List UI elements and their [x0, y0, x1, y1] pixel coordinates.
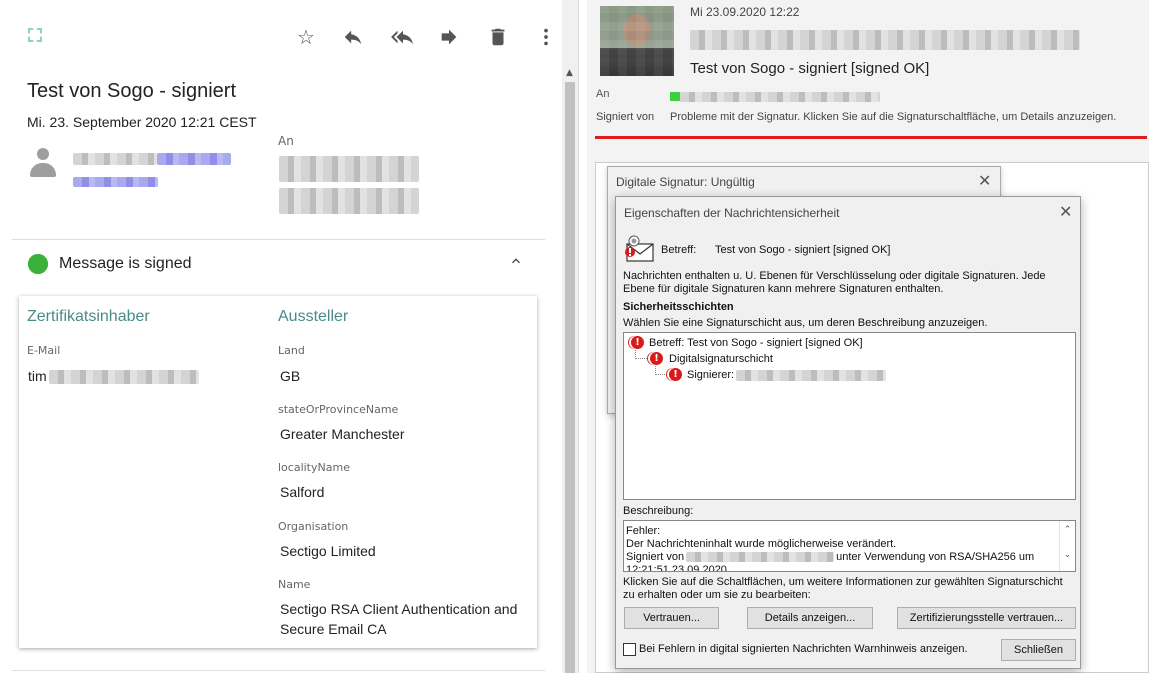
issuer-field-value: Greater Manchester — [280, 426, 405, 442]
tree-item[interactable]: Digitalsignaturschicht — [669, 353, 773, 366]
error-icon: ! — [631, 336, 644, 349]
tree-item[interactable]: Signierer: — [687, 369, 887, 382]
email-label: E-Mail — [27, 344, 61, 357]
outlook-sender-redacted — [690, 30, 1080, 50]
description-line: Signiert von unter Verwendung von RSA/SHA… — [626, 551, 1035, 563]
description-line: Der Nachrichteninhalt wurde möglicherwei… — [626, 538, 897, 550]
subject-label: Betreff: — [661, 244, 697, 256]
action-hint: Klicken Sie auf die Schaltflächen, um we… — [623, 576, 1063, 601]
outlook-subject: Test von Sogo - signiert [signed OK] — [690, 60, 930, 77]
to-label: An — [278, 134, 294, 148]
message-date: Mi. 23. September 2020 12:21 CEST — [27, 114, 257, 130]
issuer-field-label: Land — [278, 344, 305, 357]
warn-checkbox-label: Bei Fehlern in digital signierten Nachri… — [639, 643, 968, 655]
close-button[interactable]: Schließen — [1001, 639, 1076, 661]
security-layers-tree[interactable]: ! Betreff: Test von Sogo - signiert [sig… — [623, 332, 1076, 500]
scroll-thumb[interactable] — [565, 82, 575, 673]
dialog-title: Eigenschaften der Nachrichtensicherheit — [624, 206, 840, 220]
issuer-field-label: Organisation — [278, 520, 349, 533]
scroll-down-icon[interactable]: ⌄ — [1060, 549, 1075, 560]
forward-icon[interactable] — [438, 26, 460, 48]
signed-envelope-icon — [624, 235, 654, 262]
warn-checkbox[interactable] — [623, 643, 636, 656]
signature-alert-line — [595, 136, 1147, 139]
signature-ok-icon — [26, 252, 50, 276]
sender-photo — [600, 6, 674, 76]
signature-status-title: Message is signed — [59, 255, 192, 272]
recipient-redacted[interactable] — [279, 156, 419, 182]
error-icon: ! — [650, 352, 663, 365]
outlook-date: Mi 23.09.2020 12:22 — [690, 5, 800, 19]
sender-email-redacted[interactable] — [73, 171, 158, 190]
close-icon[interactable]: ✕ — [1059, 202, 1072, 221]
issuer-field-label: Name — [278, 578, 311, 591]
issuer-field-label: stateOrProvinceName — [278, 403, 399, 416]
intro-text: Nachrichten enthalten u. U. Ebenen für V… — [623, 270, 1046, 295]
reply-all-icon[interactable] — [390, 26, 414, 48]
trust-button[interactable]: Vertrauen... — [624, 607, 719, 629]
delete-icon[interactable] — [487, 26, 509, 48]
layers-hint: Wählen Sie eine Signaturschicht aus, um … — [623, 317, 988, 329]
issuer-header: Aussteller — [278, 308, 349, 325]
pane-divider — [578, 0, 586, 673]
divider — [12, 670, 545, 671]
signature-problem-text[interactable]: Probleme mit der Signatur. Klicken Sie a… — [670, 111, 1116, 123]
show-details-button[interactable]: Details anzeigen... — [747, 607, 873, 629]
trust-ca-button[interactable]: Zertifizierungsstelle vertrauen... — [897, 607, 1076, 629]
issuer-field-value: Sectigo Limited — [280, 543, 376, 559]
outlook-to-label: An — [596, 88, 610, 100]
subject-value: Test von Sogo - signiert [signed OK] — [715, 244, 891, 256]
issuer-field-value: Salford — [280, 484, 325, 500]
collapse-chevron-icon[interactable] — [508, 253, 524, 273]
tree-item[interactable]: Betreff: Test von Sogo - signiert [signe… — [649, 337, 863, 350]
star-icon[interactable]: ☆ — [295, 26, 317, 48]
outlook-pane: Mi 23.09.2020 12:22 Test von Sogo - sign… — [587, 0, 1149, 673]
outlook-recipient-redacted — [670, 88, 880, 106]
recipient-redacted-2[interactable] — [279, 188, 419, 214]
dialog-title: Digitale Signatur: Ungültig — [616, 175, 755, 189]
email-value: tim — [28, 366, 199, 386]
signed-by-label: Signiert von — [596, 111, 655, 123]
certificate-card: Zertifikatsinhaber Aussteller E-Mail tim… — [19, 296, 537, 648]
more-icon[interactable] — [535, 26, 557, 48]
issuer-field-value: Sectigo RSA Client Authentication and Se… — [280, 601, 518, 637]
layers-heading: Sicherheitsschichten — [623, 301, 734, 313]
sender-avatar-icon — [30, 148, 56, 178]
description-line: Fehler: — [626, 525, 661, 537]
description-scrollbar[interactable]: ⌃ ⌄ — [1059, 521, 1075, 571]
security-properties-dialog: Eigenschaften der Nachrichtensicherheit … — [615, 196, 1081, 669]
scroll-up-icon[interactable]: ▲ — [566, 68, 573, 78]
description-label: Beschreibung: — [623, 505, 694, 517]
description-box[interactable]: Fehler: Der Nachrichteninhalt wurde mögl… — [623, 520, 1076, 572]
divider — [12, 239, 545, 240]
issuer-field-label: localityName — [278, 461, 350, 474]
reply-icon[interactable] — [342, 26, 364, 48]
description-line: 12:21:51 23.09.2020. — [626, 564, 730, 572]
issuer-field-value: GB — [280, 368, 301, 384]
message-subject: Test von Sogo - signiert — [27, 80, 236, 102]
scroll-up-icon[interactable]: ⌃ — [1060, 524, 1075, 535]
left-scrollbar[interactable]: ▲ — [562, 0, 578, 673]
error-icon: ! — [669, 368, 682, 381]
sender-name-redacted[interactable] — [73, 148, 231, 167]
webmail-pane: ☆ Test von Sogo - signiert Mi. 23. Septe… — [0, 0, 562, 673]
close-icon[interactable]: ✕ — [978, 171, 991, 190]
message-toolbar: ☆ — [0, 26, 562, 48]
holder-header: Zertifikatsinhaber — [27, 308, 150, 325]
